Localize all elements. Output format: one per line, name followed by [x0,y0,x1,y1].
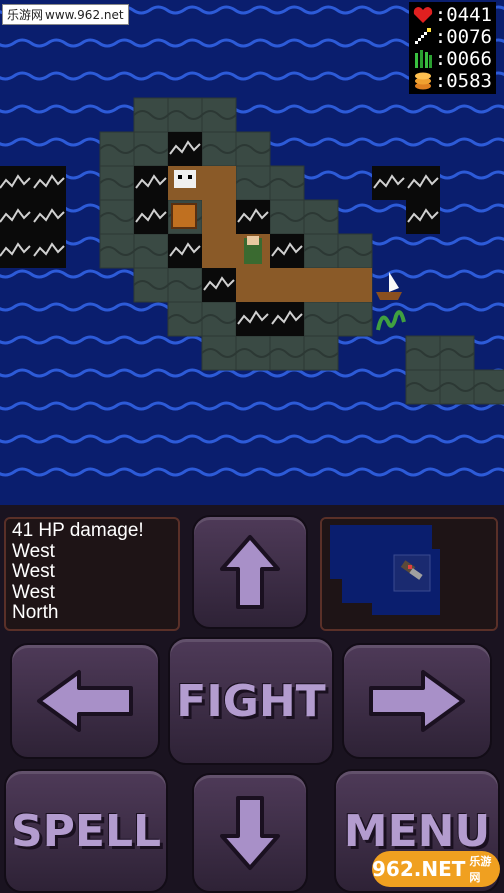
watermark: 乐游网 www.962.net [2,4,129,25]
fight-label: FIGHT [176,675,326,727]
land-tile [473,369,504,405]
log-line: 41 HP damage! [12,520,144,541]
watermark-url: www.962.net [45,8,124,22]
spell-button[interactable]: SPELL [4,769,168,893]
path-tile [338,268,372,302]
spell-label: SPELL [10,805,162,857]
path-tile [202,200,236,234]
magic-value: :0076 [434,26,492,48]
log-line: West [12,561,55,582]
hp-value: :0441 [434,4,492,26]
corner-watermark-cn: 乐游网 [469,855,492,884]
move-left-button[interactable] [10,643,160,759]
move-right-button[interactable] [342,643,492,759]
move-up-button[interactable] [192,515,308,629]
log-line: West [12,581,55,603]
log-line: West [12,540,55,562]
path-tile [202,234,236,268]
skull-eye [188,175,192,179]
path-tile [236,268,270,302]
control-panel: 41 HP damage! West West West North FIGHT… [0,505,504,893]
stats-panel: :0441 :0076 :0066 :0583 [408,2,496,94]
gold-value: :0583 [434,70,492,92]
wand-icon [413,27,433,47]
path-tile [304,268,338,302]
ship-icon [376,292,402,300]
up-arrow-icon [220,535,280,609]
magic-stat: :0076 [413,26,492,48]
skull-icon [174,170,196,188]
left-arrow-icon [37,670,133,732]
corner-watermark: 962.NET 乐游网 [372,851,500,887]
heart-icon [413,5,433,25]
grass-icon [413,49,433,69]
hp-stat: :0441 [413,4,492,26]
game-map: 乐游网 www.962.net :0441 :0076 :0066 :0583 [0,0,504,505]
chest-icon [171,203,197,229]
minimap [320,517,498,631]
corner-watermark-brand: 962.NET [372,857,466,881]
path-tile [270,268,304,302]
path-tile [202,166,236,200]
menu-label: MENU [343,805,491,857]
gold-stat: :0583 [413,70,492,92]
log-line: North [12,602,59,623]
message-log: 41 HP damage! West West West North [4,517,180,631]
minimap-canvas [322,519,496,629]
food-stat: :0066 [413,48,492,70]
skull-eye [178,175,182,179]
down-arrow-icon [220,796,280,870]
move-down-button[interactable] [192,773,308,893]
watermark-cn: 乐游网 [7,8,44,22]
fight-button[interactable]: FIGHT [168,637,334,765]
right-arrow-icon [369,670,465,732]
gold-icon [413,71,433,91]
food-value: :0066 [434,48,492,70]
hero-head [247,236,259,245]
